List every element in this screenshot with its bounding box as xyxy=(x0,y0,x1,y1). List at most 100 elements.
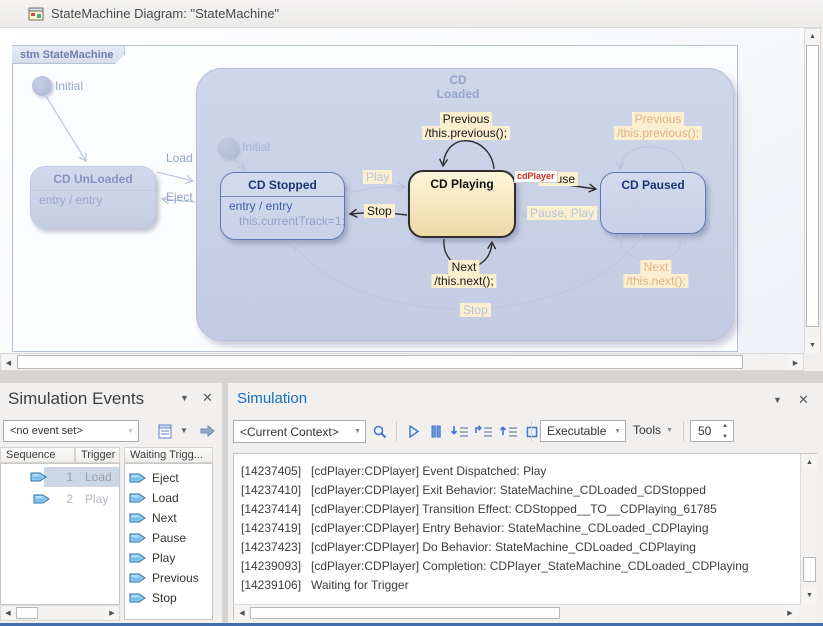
event-list-button[interactable] xyxy=(154,421,176,441)
step-out-button[interactable] xyxy=(498,421,520,442)
search-button[interactable] xyxy=(369,421,391,442)
column-header-waiting-triggers[interactable]: Waiting Trigg... xyxy=(124,447,213,463)
log-row[interactable]: [14237405] [cdPlayer:CDPlayer] Event Dis… xyxy=(234,464,774,480)
transition-label-pause-play[interactable]: Pause, Play xyxy=(527,206,597,220)
executable-dropdown[interactable]: Executable ▼ xyxy=(540,420,626,442)
run-simulation-button[interactable] xyxy=(404,421,424,442)
waiting-trigger-item[interactable]: Stop xyxy=(129,588,177,608)
column-header-sequence[interactable]: Sequence xyxy=(0,447,75,463)
diagram-horizontal-scrollbar[interactable]: ◀ ▶ xyxy=(0,353,804,371)
log-row[interactable]: [14239106] Waiting for Trigger xyxy=(234,578,774,594)
event-set-dropdown[interactable]: <no event set> ▼ xyxy=(3,420,139,442)
dropdown-arrow-icon: ▼ xyxy=(614,428,621,435)
transition-label-previous-faded[interactable]: Previous /this.previous(); xyxy=(614,112,702,140)
speed-spinner[interactable]: 50 ▲ ▼ xyxy=(690,420,734,442)
log-row[interactable]: [14237414] [cdPlayer:CDPlayer] Transitio… xyxy=(234,502,774,518)
tools-dropdown-arrow-icon[interactable]: ▼ xyxy=(666,427,673,434)
transition-label-previous-active[interactable]: Previous /this.previous(); xyxy=(422,112,510,140)
scroll-left-button[interactable]: ◀ xyxy=(235,606,249,620)
waiting-trigger-item[interactable]: Load xyxy=(129,488,179,508)
transition-label-next-active[interactable]: Next /this.next(); xyxy=(431,260,496,288)
horizontal-scroll-thumb[interactable] xyxy=(16,607,38,619)
ea-window: StateMachine Diagram: "StateMachine" stm… xyxy=(0,0,823,626)
scroll-left-button[interactable]: ◀ xyxy=(1,355,16,370)
log-row[interactable]: [14239093] [cdPlayer:CDPlayer] Completio… xyxy=(234,559,774,575)
transition-label-next-faded[interactable]: Next /this.next(); xyxy=(623,260,688,288)
step-over-button[interactable] xyxy=(473,421,495,442)
dropdown-arrow-icon: ▼ xyxy=(354,428,361,435)
events-panel-title: Simulation Events xyxy=(8,389,144,409)
transition-label-load[interactable]: Load xyxy=(163,151,196,165)
diagram-icon xyxy=(28,6,44,22)
trigger-flag-icon xyxy=(129,532,147,544)
transition-label-play[interactable]: Play xyxy=(363,170,392,184)
log-vertical-scrollbar[interactable]: ▲ ▼ xyxy=(800,454,817,604)
spinner-up-icon[interactable]: ▲ xyxy=(719,421,731,430)
trigger-flag-icon xyxy=(129,592,147,604)
stop-simulation-button[interactable] xyxy=(522,421,542,442)
simulation-panel: Simulation ▼ ✕ <Current Context> ▼ xyxy=(228,383,823,623)
vertical-scroll-thumb[interactable] xyxy=(806,45,819,327)
transition-label-stop[interactable]: Stop xyxy=(364,204,395,218)
scroll-right-button[interactable]: ▶ xyxy=(783,606,797,620)
spinner-down-icon[interactable]: ▼ xyxy=(719,432,731,441)
context-dropdown[interactable]: <Current Context> ▼ xyxy=(233,420,366,443)
list-icon xyxy=(157,424,173,439)
trigger-flag-icon xyxy=(129,552,147,564)
scroll-up-button[interactable]: ▲ xyxy=(802,455,817,470)
log-row[interactable]: [14237419] [cdPlayer:CDPlayer] Entry Beh… xyxy=(234,521,774,537)
waiting-triggers-list: Eject Load Next Pause Play Previous xyxy=(124,463,213,620)
step-into-button[interactable] xyxy=(449,421,471,442)
scroll-right-button[interactable]: ▶ xyxy=(105,606,119,620)
transition-label-stop-faded[interactable]: Stop xyxy=(460,303,491,317)
log-horizontal-scrollbar[interactable]: ◀ ▶ xyxy=(234,604,800,620)
sequence-list-scrollbar[interactable]: ◀ ▶ xyxy=(0,605,120,621)
log-row[interactable]: [14237423] [cdPlayer:CDPlayer] Do Behavi… xyxy=(234,540,774,556)
pause-simulation-button[interactable] xyxy=(426,421,446,442)
scroll-right-button[interactable]: ▶ xyxy=(788,355,803,370)
sequence-row[interactable]: 1 Load xyxy=(1,467,119,488)
fire-trigger-button[interactable] xyxy=(196,421,218,441)
trigger-flag-icon xyxy=(129,472,147,484)
waiting-trigger-item[interactable]: Previous xyxy=(129,568,199,588)
trigger-flag-icon xyxy=(30,471,48,483)
waiting-trigger-item[interactable]: Next xyxy=(129,508,177,528)
panel-menu-icon[interactable]: ▼ xyxy=(773,395,782,405)
horizontal-splitter[interactable] xyxy=(0,371,823,383)
panel-menu-icon[interactable]: ▼ xyxy=(180,393,189,403)
waiting-trigger-item[interactable]: Play xyxy=(129,548,175,568)
waiting-trigger-item[interactable]: Pause xyxy=(129,528,186,548)
panel-close-icon[interactable]: ✕ xyxy=(798,392,809,408)
log-row[interactable]: [14237410] [cdPlayer:CDPlayer] Exit Beha… xyxy=(234,483,774,499)
play-icon xyxy=(408,425,420,438)
window-titlebar: StateMachine Diagram: "StateMachine" xyxy=(0,0,823,28)
scroll-down-button[interactable]: ▼ xyxy=(802,588,817,603)
toolbar-separator xyxy=(531,421,532,441)
scroll-down-button[interactable]: ▼ xyxy=(805,338,820,353)
panel-close-icon[interactable]: ✕ xyxy=(202,390,213,406)
scroll-left-button[interactable]: ◀ xyxy=(1,606,15,620)
vertical-scroll-thumb[interactable] xyxy=(803,557,816,582)
tools-menu[interactable]: Tools xyxy=(633,423,661,437)
simulation-panel-title: Simulation xyxy=(237,390,307,407)
event-list-dropdown-arrow-icon[interactable]: ▼ xyxy=(180,426,188,435)
column-header-trigger[interactable]: Trigger xyxy=(75,447,120,463)
toolbar-separator xyxy=(396,421,397,441)
horizontal-scroll-thumb[interactable] xyxy=(250,607,560,619)
scrollbar-corner xyxy=(800,604,817,620)
waiting-trigger-item[interactable]: Eject xyxy=(129,468,179,488)
transition-arrows xyxy=(0,28,804,353)
sequence-row[interactable]: 2 Play xyxy=(1,489,119,510)
trigger-flag-icon xyxy=(33,493,51,505)
pause-icon xyxy=(430,425,442,438)
transition-guard-cdplayer[interactable]: cdPlayer xyxy=(514,170,558,183)
dropdown-arrow-icon: ▼ xyxy=(127,428,134,435)
transition-label-eject[interactable]: Eject xyxy=(163,190,196,204)
simulation-log: [14237405] [cdPlayer:CDPlayer] Event Dis… xyxy=(233,453,817,620)
scroll-up-button[interactable]: ▲ xyxy=(805,29,820,44)
right-arrow-icon xyxy=(199,424,216,438)
trigger-flag-icon xyxy=(129,572,147,584)
horizontal-scroll-thumb[interactable] xyxy=(17,355,743,369)
diagram-vertical-scrollbar[interactable]: ▲ ▼ xyxy=(804,28,821,353)
step-over-icon xyxy=(475,425,493,439)
